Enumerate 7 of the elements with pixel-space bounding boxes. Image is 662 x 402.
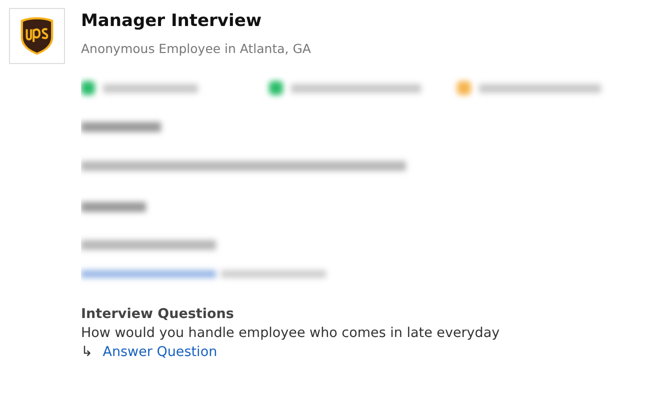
section-heading: Interview Questions — [81, 306, 234, 322]
reply-arrow-icon: ↳ — [81, 344, 93, 360]
question-text: How would you handle employee who comes in late everyday — [81, 325, 500, 341]
review-title[interactable]: Manager Interview — [81, 11, 262, 31]
shield-logo-icon — [20, 16, 54, 56]
answer-question-link[interactable]: Answer Question — [102, 344, 218, 360]
author-line: Anonymous Employee in Atlanta, GA — [81, 41, 311, 56]
